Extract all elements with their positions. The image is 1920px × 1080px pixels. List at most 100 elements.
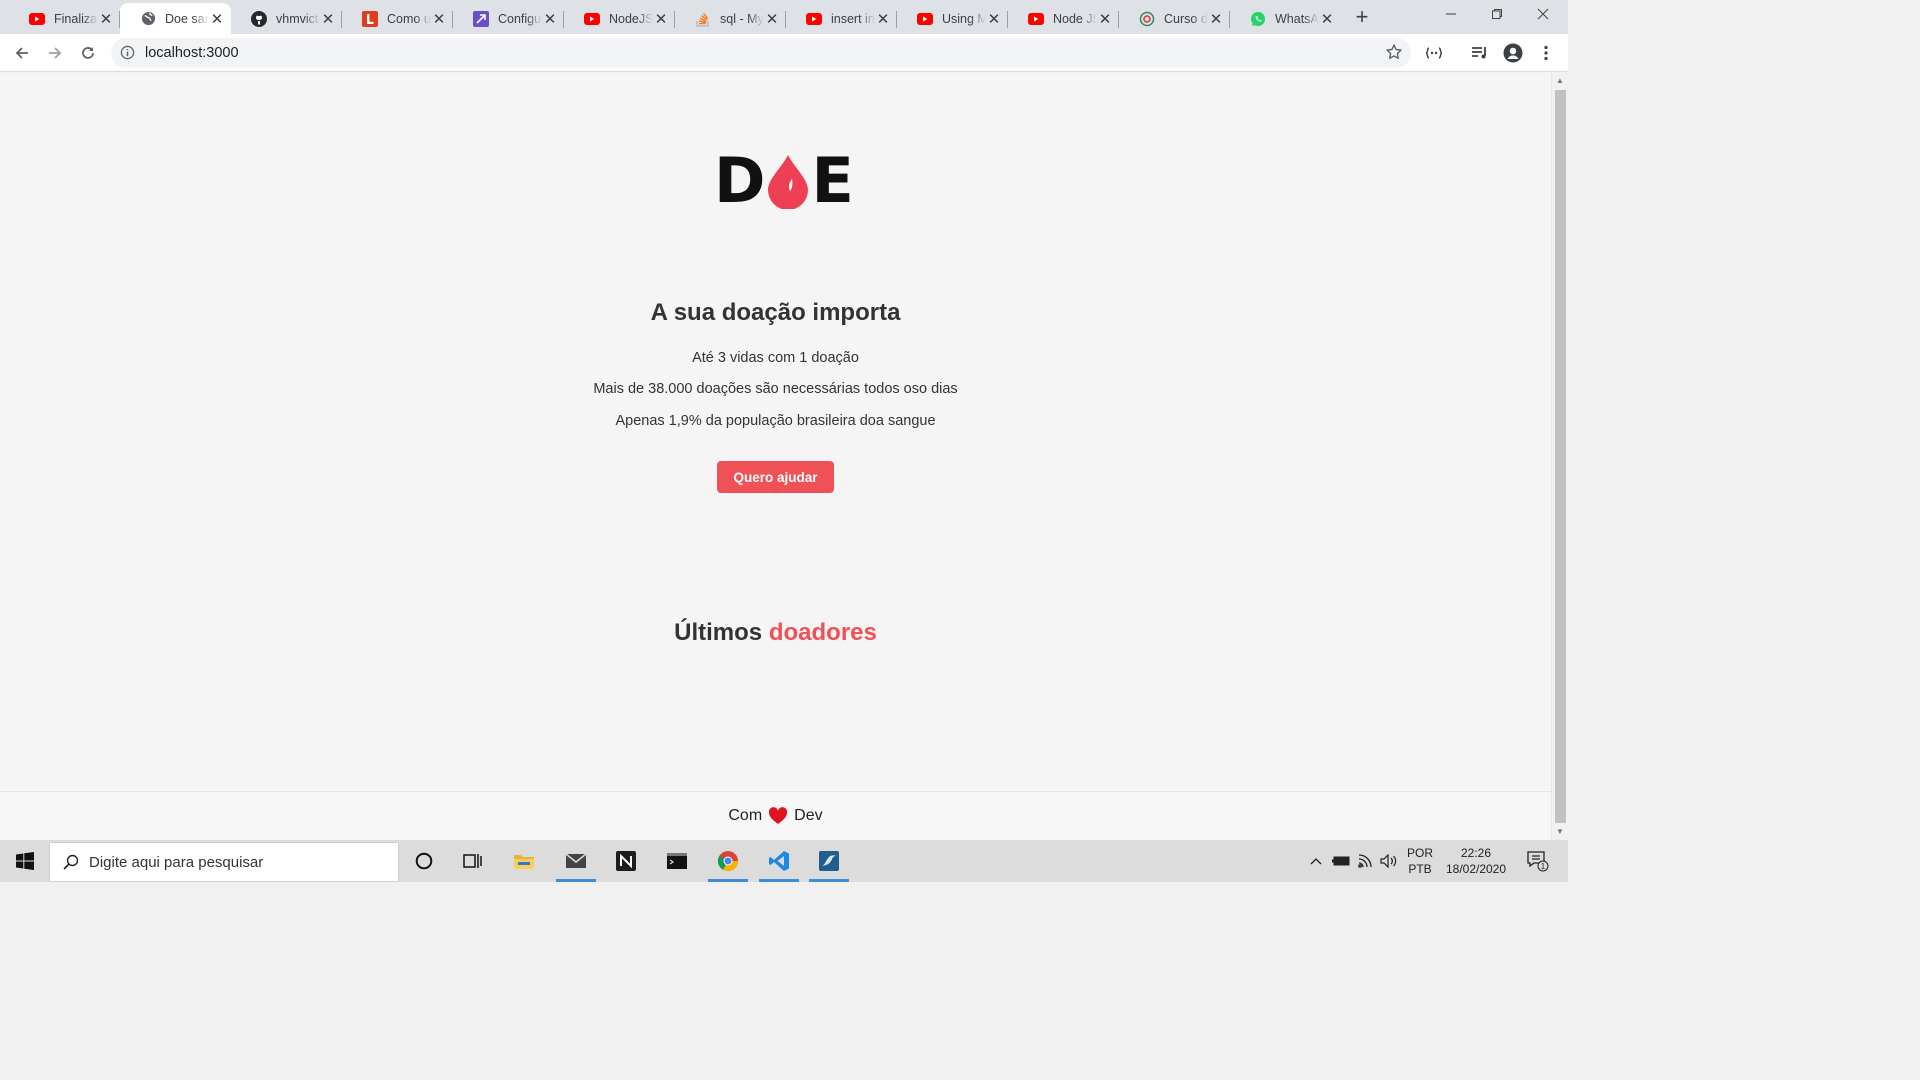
help-button[interactable]: Quero ajudar xyxy=(717,461,834,493)
page-footer: Com Dev xyxy=(0,791,1551,840)
url-text[interactable]: localhost:3000 xyxy=(145,45,239,61)
tab-sql-mysql[interactable]: sql - MySQL ✕ xyxy=(675,3,786,34)
scroll-down-icon[interactable]: ▼ xyxy=(1556,827,1564,836)
notion-button[interactable] xyxy=(602,840,650,882)
footer-suffix: Dev xyxy=(794,807,823,824)
mysql-workbench-button[interactable] xyxy=(805,840,853,882)
logo-letter-d: D xyxy=(714,144,765,217)
speaker-icon xyxy=(1380,854,1397,868)
tab-close-icon[interactable]: ✕ xyxy=(1097,10,1113,28)
taskbar-search-placeholder: Digite aqui para pesquisar xyxy=(89,853,264,871)
task-view-button[interactable] xyxy=(449,840,497,882)
notification-icon: 1 xyxy=(1527,851,1549,872)
logo-letter-e: E xyxy=(811,144,853,217)
vscode-button[interactable] xyxy=(755,840,803,882)
tab-title: NodeJS xyxy=(609,11,653,26)
taskbar-search-box[interactable]: Digite aqui para pesquisar xyxy=(49,842,399,882)
arrow-left-icon xyxy=(15,47,28,59)
show-hidden-icons-button[interactable] xyxy=(1305,840,1327,882)
tab-close-icon[interactable]: ✕ xyxy=(542,10,558,28)
windows-logo-icon xyxy=(15,852,34,870)
info-icon[interactable] xyxy=(120,45,135,65)
system-clock[interactable]: 22:26 18/02/2020 xyxy=(1440,845,1512,877)
close-window-button[interactable] xyxy=(1520,4,1566,30)
whatsapp-icon xyxy=(1250,11,1266,27)
tab-close-icon[interactable]: ✕ xyxy=(764,10,780,28)
page-headline: A sua doação importa xyxy=(650,299,901,326)
tab-title: sql - MySQL xyxy=(720,11,764,26)
terminal-icon xyxy=(667,853,687,869)
heart-icon xyxy=(768,807,788,825)
tab-title: Doe sangue xyxy=(165,11,209,26)
address-bar[interactable]: localhost:3000 xyxy=(111,38,1411,68)
input-language-indicator[interactable]: POR PTB xyxy=(1400,845,1440,877)
file-explorer-button[interactable] xyxy=(500,840,548,882)
tab-finalizar[interactable]: Finalizar ✕ xyxy=(9,3,120,34)
course-icon xyxy=(1139,11,1155,27)
tab-close-icon[interactable]: ✕ xyxy=(1208,10,1224,28)
chevron-up-icon xyxy=(1310,858,1322,865)
vscode-icon xyxy=(769,851,789,871)
volume-control[interactable] xyxy=(1378,840,1400,882)
battery-status[interactable] xyxy=(1330,840,1352,882)
tab-close-icon[interactable]: ✕ xyxy=(875,10,891,28)
tab-title: vhmvictor xyxy=(276,11,320,26)
scroll-up-icon[interactable]: ▲ xyxy=(1556,76,1564,85)
purple-app-icon xyxy=(473,10,489,27)
windows-taskbar: Digite aqui para pesquisar POR PTB 22:26… xyxy=(0,840,1568,882)
back-button[interactable] xyxy=(9,40,35,66)
scrollbar-thumb[interactable] xyxy=(1555,90,1566,823)
tab-close-icon[interactable]: ✕ xyxy=(1319,10,1335,28)
extension-button[interactable] xyxy=(1423,42,1445,64)
tab-close-icon[interactable]: ✕ xyxy=(986,10,1002,28)
restore-button[interactable] xyxy=(1474,4,1520,30)
page-scrollbar[interactable]: ▲ ▼ xyxy=(1551,73,1568,840)
reload-button[interactable] xyxy=(75,40,101,66)
tab-using-mysql[interactable]: Using MySQL ✕ xyxy=(897,3,1008,34)
youtube-icon xyxy=(29,11,45,27)
tab-close-icon[interactable]: ✕ xyxy=(209,10,225,28)
more-vert-icon xyxy=(1544,45,1548,61)
tab-strip: Finalizar ✕ Doe sangue ✕ vhmvictor ✕ Com… xyxy=(0,0,1568,34)
tab-whatsapp[interactable]: WhatsApp ✕ xyxy=(1230,3,1341,34)
tab-github[interactable]: vhmvictor ✕ xyxy=(231,3,342,34)
arrow-right-icon xyxy=(49,47,62,59)
mysql-workbench-icon xyxy=(819,851,839,871)
bookmark-star-icon[interactable] xyxy=(1385,43,1403,66)
tab-node-js[interactable]: Node JS ✕ xyxy=(1008,3,1119,34)
wifi-icon xyxy=(1358,854,1372,868)
letter-l-icon xyxy=(362,10,378,27)
minimize-button[interactable] xyxy=(1428,4,1474,30)
stackoverflow-icon xyxy=(695,11,711,27)
tab-close-icon[interactable]: ✕ xyxy=(431,10,447,28)
profile-button[interactable] xyxy=(1502,42,1524,64)
tab-close-icon[interactable]: ✕ xyxy=(320,10,336,28)
tab-nodejs[interactable]: NodeJS ✕ xyxy=(564,3,675,34)
youtube-icon xyxy=(584,11,600,27)
chrome-taskbar-button[interactable] xyxy=(704,840,752,882)
new-tab-button[interactable]: + xyxy=(1350,6,1374,30)
start-button[interactable] xyxy=(0,840,49,882)
tab-insert-into[interactable]: insert into ✕ xyxy=(786,3,897,34)
fact-population-rate: Apenas 1,9% da população brasileira doa … xyxy=(615,413,936,429)
forward-button[interactable] xyxy=(42,40,68,66)
tab-close-icon[interactable]: ✕ xyxy=(98,10,114,28)
tab-doe-sangue[interactable]: Doe sangue ✕ xyxy=(120,3,231,34)
terminal-button[interactable] xyxy=(653,840,701,882)
tab-close-icon[interactable]: ✕ xyxy=(653,10,669,28)
mail-icon xyxy=(565,853,587,868)
network-status[interactable] xyxy=(1355,840,1377,882)
chrome-menu-button[interactable] xyxy=(1535,42,1557,64)
tab-title: Node JS xyxy=(1053,11,1097,26)
close-icon xyxy=(1537,8,1549,20)
tab-como-usar[interactable]: Como usar ✕ xyxy=(342,3,453,34)
mail-button[interactable] xyxy=(552,840,600,882)
clock-time: 22:26 xyxy=(1460,846,1492,860)
tab-configurar[interactable]: Configurar ✕ xyxy=(453,3,564,34)
cortana-button[interactable] xyxy=(400,840,448,882)
media-control-button[interactable] xyxy=(1469,42,1491,64)
tab-curso-de[interactable]: Curso de ✕ xyxy=(1119,3,1230,34)
action-center-button[interactable]: 1 xyxy=(1520,840,1556,882)
json-viewer-icon xyxy=(1425,47,1443,59)
github-icon xyxy=(251,10,267,27)
